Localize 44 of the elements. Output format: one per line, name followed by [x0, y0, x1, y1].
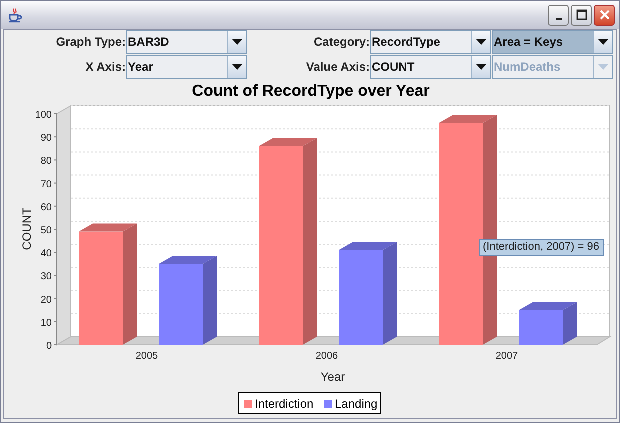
dropdown[interactable]: COUNT [370, 55, 491, 79]
field-label: X Axis: [84, 60, 126, 74]
tooltip: (Interdiction, 2007) = 96 [479, 239, 604, 256]
tick-label: 80 [40, 156, 52, 168]
tick-label: 0 [46, 341, 52, 352]
maximize-icon [576, 9, 588, 21]
dropdown[interactable]: Area = Keys [492, 30, 613, 54]
bar-depth-drawing [519, 302, 577, 345]
caret-icon [598, 39, 608, 45]
field-label: Graph Type: [55, 35, 126, 49]
legend-label: Interdiction [255, 397, 314, 411]
x-axis-title: Year [320, 370, 346, 384]
maximize-button[interactable] [571, 4, 592, 26]
dropdown[interactable]: RecordType [370, 30, 491, 54]
minimize-button[interactable] [548, 4, 569, 26]
tick-label: 90 [40, 133, 52, 144]
caret-icon [232, 64, 242, 70]
chart-title: Count of RecordType over Year [192, 83, 430, 100]
tick-label: 10 [40, 318, 52, 329]
y-axis-title: COUNT [20, 208, 34, 250]
close-button[interactable] [594, 4, 615, 26]
cup-icon [7, 7, 23, 23]
bar [519, 310, 563, 345]
category-label: 2006 [316, 351, 338, 362]
tick-label: 20 [40, 294, 52, 306]
tick-label: 60 [40, 202, 52, 214]
tick-label: 40 [40, 248, 52, 260]
tick-label: 70 [40, 179, 52, 190]
tick-label: 50 [40, 226, 52, 236]
caret-icon [598, 64, 608, 70]
tick-label: 100 [35, 110, 52, 121]
caret-icon [476, 39, 486, 45]
legend-label: Landing [335, 397, 378, 411]
category-label: 2005 [136, 351, 158, 362]
dropdown[interactable]: BAR3D [126, 30, 247, 54]
category-label: 2007 [496, 351, 518, 362]
close-icon [598, 9, 610, 21]
minimize-icon [556, 18, 562, 20]
field-label: Category: [312, 35, 370, 49]
field-label: Value Axis: [305, 60, 370, 74]
caret-icon [476, 64, 486, 70]
caret-icon [232, 39, 242, 45]
dropdown[interactable]: Year [126, 55, 247, 79]
tick-label: 30 [40, 272, 52, 283]
